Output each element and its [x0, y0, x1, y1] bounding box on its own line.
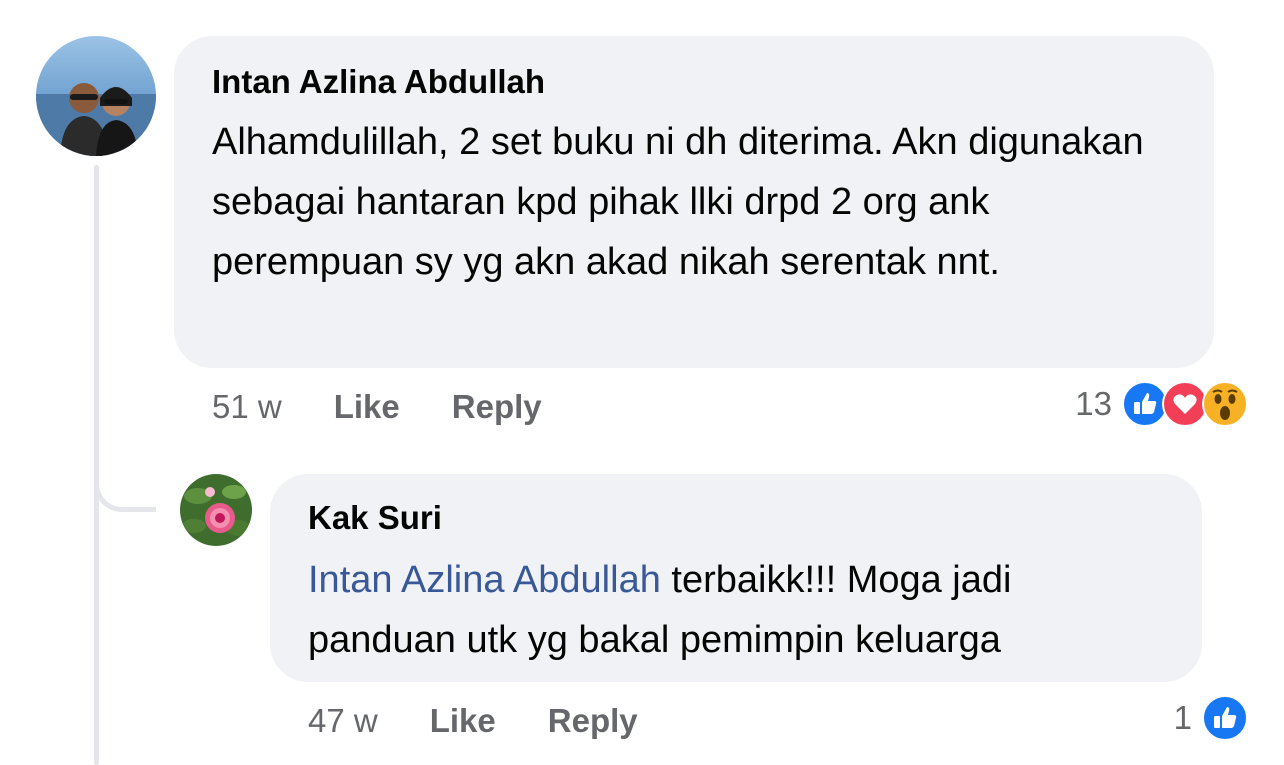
comment-actions: 51 w Like Reply	[212, 383, 594, 431]
like-button[interactable]: Like	[334, 388, 400, 426]
comment-bubble: Kak Suri Intan Azlina Abdullah terbaikk!…	[270, 474, 1202, 682]
comment-author[interactable]: Intan Azlina Abdullah	[212, 62, 1176, 102]
like-button[interactable]: Like	[430, 702, 496, 740]
comment-bubble: Intan Azlina Abdullah Alhamdulillah, 2 s…	[174, 36, 1214, 368]
reply-button[interactable]: Reply	[548, 702, 638, 740]
avatar[interactable]	[36, 36, 156, 156]
comment-text: Intan Azlina Abdullah terbaikk!!! Moga j…	[308, 550, 1164, 670]
like-icon	[1202, 695, 1248, 741]
reaction-count: 1	[1173, 699, 1192, 736]
comment-actions: 47 w Like Reply	[308, 697, 690, 745]
reaction-summary[interactable]: 1	[1174, 694, 1248, 742]
reply-connector	[94, 450, 156, 512]
comment-text: Alhamdulillah, 2 set buku ni dh diterima…	[212, 121, 1144, 283]
reaction-summary[interactable]: 13	[1075, 380, 1248, 428]
comment-timestamp[interactable]: 47 w	[308, 702, 378, 740]
mention-link[interactable]: Intan Azlina Abdullah	[308, 559, 661, 601]
reply-button[interactable]: Reply	[452, 388, 542, 426]
comment-author[interactable]: Kak Suri	[308, 498, 1164, 538]
reaction-count: 13	[1075, 385, 1112, 422]
avatar[interactable]	[180, 474, 252, 546]
wow-icon	[1202, 381, 1248, 427]
comment-timestamp[interactable]: 51 w	[212, 388, 282, 426]
